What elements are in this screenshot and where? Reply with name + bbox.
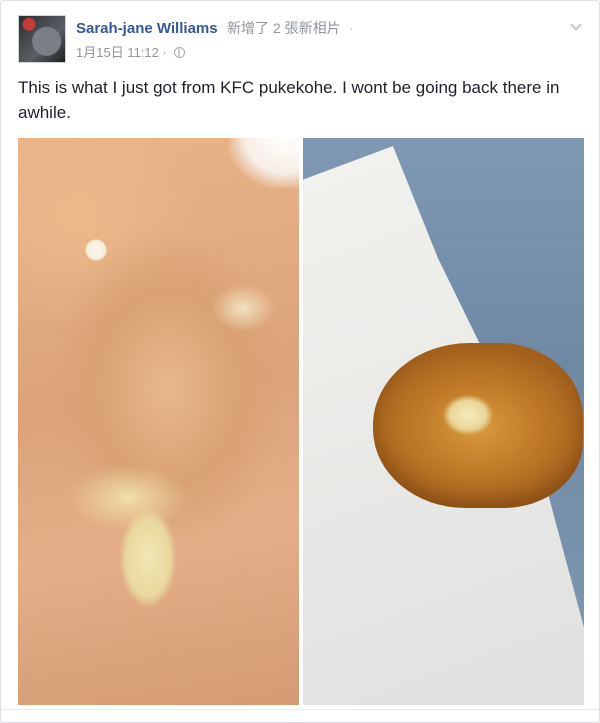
- author-line: Sarah-jane Williams 新增了 2 張新相片 ·: [76, 18, 353, 38]
- post-header: Sarah-jane Williams 新增了 2 張新相片 · 1月15日 1…: [18, 15, 589, 67]
- card-footer-divider: [1, 709, 599, 722]
- post-text: This is what I just got from KFC pukekoh…: [18, 78, 560, 122]
- nugget-item: [373, 343, 583, 508]
- photo-2[interactable]: [303, 138, 584, 705]
- post-card: Sarah-jane Williams 新增了 2 張新相片 · 1月15日 1…: [0, 0, 600, 723]
- post-meta: 1月15日 11:12 ·: [76, 42, 186, 61]
- photo-grid: [18, 138, 584, 705]
- author-name[interactable]: Sarah-jane Williams: [76, 20, 218, 37]
- timestamp-separator: ·: [162, 45, 167, 60]
- photo-1[interactable]: [18, 138, 299, 705]
- timestamp[interactable]: 1月15日 11:12: [76, 45, 159, 60]
- avatar[interactable]: [18, 15, 66, 63]
- chevron-down-icon[interactable]: [571, 21, 581, 31]
- globe-icon[interactable]: [174, 47, 186, 58]
- post-action[interactable]: 新增了 2 張新相片: [227, 20, 341, 36]
- separator-dot: ·: [349, 21, 354, 36]
